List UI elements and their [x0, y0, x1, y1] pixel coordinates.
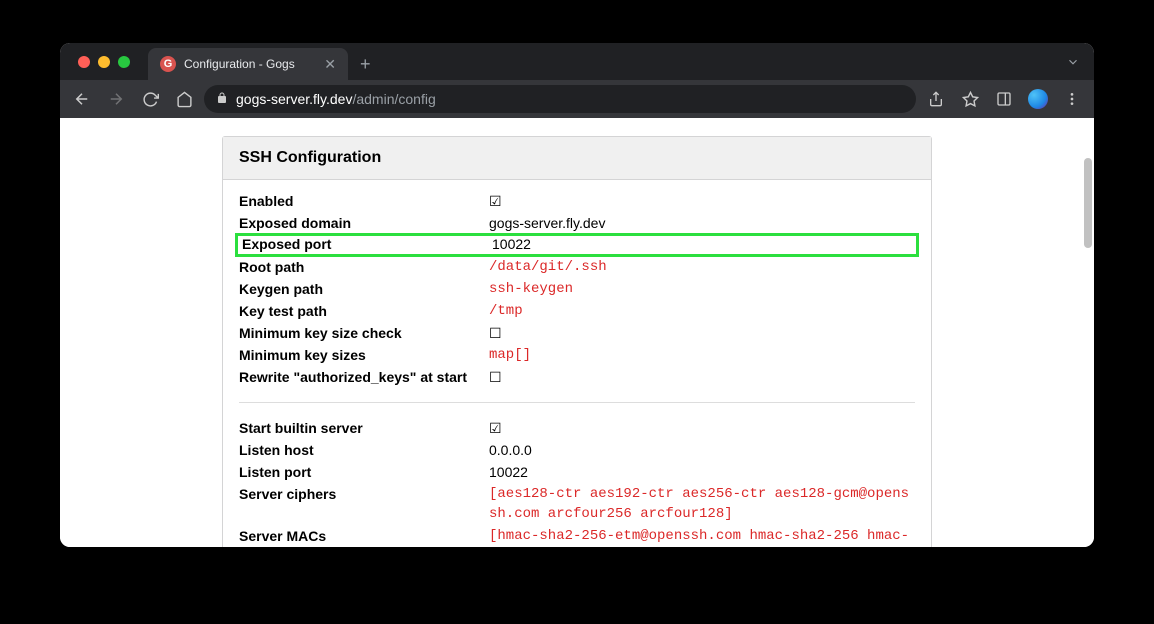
config-label: Listen port — [239, 462, 489, 482]
config-row: Exposed domaingogs-server.fly.dev — [239, 212, 915, 234]
gogs-favicon: G — [160, 56, 176, 72]
config-label: Server ciphers — [239, 484, 489, 504]
ssh-config-panel: SSH Configuration Enabled☑Exposed domain… — [222, 136, 932, 547]
back-button[interactable] — [68, 85, 96, 113]
config-row: Key test path/tmp — [239, 300, 915, 322]
checked-icon: ☑ — [489, 420, 502, 436]
config-label: Minimum key size check — [239, 323, 489, 343]
config-row: Listen port10022 — [239, 461, 915, 483]
toolbar: gogs-server.fly.dev/admin/config — [60, 80, 1094, 118]
lock-icon — [216, 92, 228, 107]
highlighted-row: Exposed port10022 — [235, 233, 919, 257]
config-label: Exposed domain — [239, 213, 489, 233]
config-row: Rewrite "authorized_keys" at start☐ — [239, 366, 915, 388]
unchecked-icon: ☐ — [489, 369, 502, 385]
config-value: map[] — [489, 345, 915, 365]
config-label: Listen host — [239, 440, 489, 460]
config-label: Start builtin server — [239, 418, 489, 438]
config-value: 10022 — [489, 462, 915, 482]
config-label: Key test path — [239, 301, 489, 321]
config-row: Enabled☑ — [239, 190, 915, 212]
address-bar[interactable]: gogs-server.fly.dev/admin/config — [204, 85, 916, 113]
panel-icon[interactable] — [990, 85, 1018, 113]
config-label: Rewrite "authorized_keys" at start — [239, 367, 489, 387]
config-value: 10022 — [492, 236, 912, 252]
config-value: gogs-server.fly.dev — [489, 213, 915, 233]
new-tab-button[interactable]: + — [348, 48, 383, 80]
checked-icon: ☑ — [489, 193, 502, 209]
browser-menu-icon[interactable] — [1058, 85, 1086, 113]
share-icon[interactable] — [922, 85, 950, 113]
close-tab-icon[interactable]: ✕ — [324, 56, 336, 73]
config-value: /tmp — [489, 301, 915, 321]
config-label: Minimum key sizes — [239, 345, 489, 365]
config-row: Listen host0.0.0.0 — [239, 439, 915, 461]
config-row: Minimum key size check☐ — [239, 322, 915, 344]
tab-strip: G Configuration - Gogs ✕ + — [60, 43, 1094, 80]
config-value: ssh-keygen — [489, 279, 915, 299]
config-value: ☑ — [489, 418, 915, 438]
panel-title: SSH Configuration — [223, 137, 931, 180]
config-label: Root path — [239, 257, 489, 277]
config-value: [aes128-ctr aes192-ctr aes256-ctr aes128… — [489, 484, 915, 524]
config-value: [hmac-sha2-256-etm@openssh.com hmac-sha2… — [489, 526, 915, 547]
bookmark-star-icon[interactable] — [956, 85, 984, 113]
browser-tab[interactable]: G Configuration - Gogs ✕ — [148, 48, 348, 80]
config-row: Keygen pathssh-keygen — [239, 278, 915, 300]
config-label: Server MACs — [239, 526, 489, 546]
fullscreen-window-button[interactable] — [118, 56, 130, 68]
config-label: Enabled — [239, 191, 489, 211]
scrollbar[interactable] — [1084, 158, 1092, 248]
extension-icon[interactable] — [1024, 85, 1052, 113]
minimize-window-button[interactable] — [98, 56, 110, 68]
config-row: Minimum key sizesmap[] — [239, 344, 915, 366]
page-content: SSH Configuration Enabled☑Exposed domain… — [60, 118, 1094, 547]
config-row: Root path/data/git/.ssh — [239, 256, 915, 278]
config-label: Exposed port — [242, 236, 492, 252]
config-row: Start builtin server☑ — [239, 417, 915, 439]
config-value: 0.0.0.0 — [489, 440, 915, 460]
config-row: Server ciphers[aes128-ctr aes192-ctr aes… — [239, 483, 915, 525]
config-value: ☐ — [489, 323, 915, 343]
forward-button[interactable] — [102, 85, 130, 113]
close-window-button[interactable] — [78, 56, 90, 68]
reload-button[interactable] — [136, 85, 164, 113]
config-value: ☐ — [489, 367, 915, 387]
config-value: /data/git/.ssh — [489, 257, 915, 277]
home-button[interactable] — [170, 85, 198, 113]
config-label: Keygen path — [239, 279, 489, 299]
browser-window: G Configuration - Gogs ✕ + gogs-server.f… — [60, 43, 1094, 547]
tabs-menu-icon[interactable] — [1066, 43, 1080, 80]
unchecked-icon: ☐ — [489, 325, 502, 341]
window-controls — [70, 43, 148, 80]
tab-title: Configuration - Gogs — [184, 57, 316, 71]
divider — [239, 402, 915, 403]
config-row: Server MACs[hmac-sha2-256-etm@openssh.co… — [239, 525, 915, 547]
url-text: gogs-server.fly.dev/admin/config — [236, 91, 436, 107]
config-value: ☑ — [489, 191, 915, 211]
